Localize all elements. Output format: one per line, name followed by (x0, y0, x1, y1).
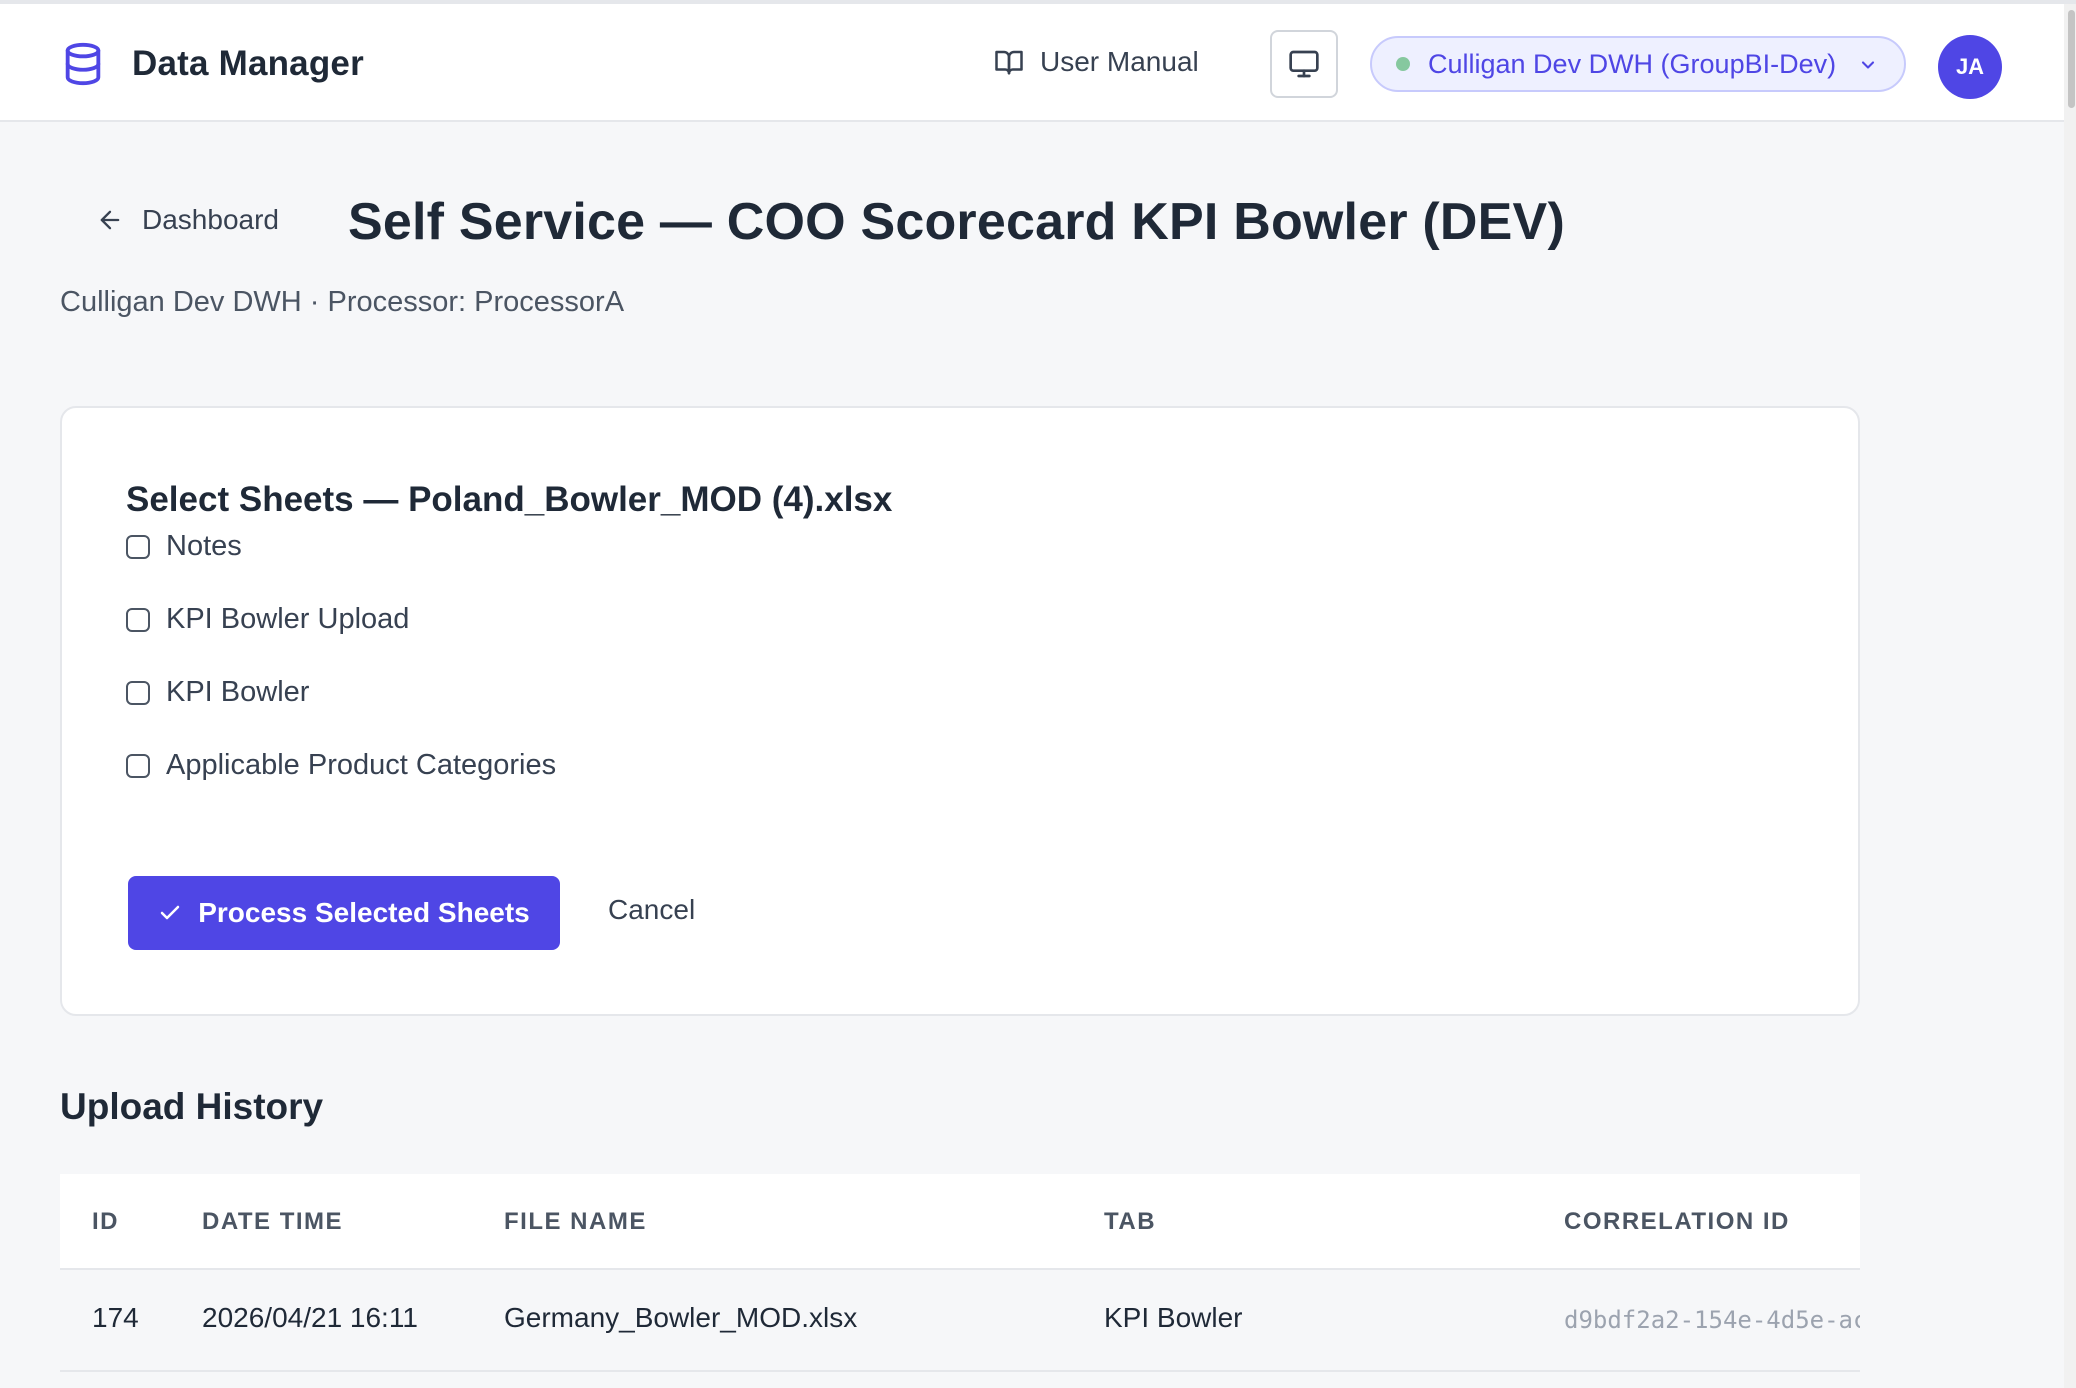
user-manual-link[interactable]: User Manual (994, 46, 1199, 78)
table-header-row: ID DATE TIME FILE NAME TAB CORRELATION I… (60, 1174, 1860, 1270)
cancel-button[interactable]: Cancel (608, 894, 695, 926)
back-label: Dashboard (142, 204, 279, 235)
arrow-left-icon (100, 210, 120, 230)
user-avatar[interactable]: JA (1938, 35, 2002, 99)
display-mode-button[interactable] (1270, 30, 1338, 98)
page-scrollbar[interactable] (2064, 4, 2076, 1388)
environment-label: Culligan Dev DWH (GroupBI-Dev) (1428, 48, 1837, 79)
check-icon (160, 905, 180, 920)
sheet-option-kpi-bowler-upload[interactable]: KPI Bowler Upload (126, 603, 409, 636)
database-icon (65, 42, 101, 86)
cell-date-time: 2026/04/21 16:11 (202, 1302, 418, 1333)
environment-selector[interactable]: Culligan Dev DWH (GroupBI-Dev) (1370, 36, 1906, 92)
upload-history-title: Upload History (60, 1086, 324, 1127)
app-title: Data Manager (132, 44, 364, 83)
sheet-label: Applicable Product Categories (166, 749, 557, 781)
select-sheets-title: Select Sheets — Poland_Bowler_MOD (4).xl… (126, 480, 893, 519)
page-title: Self Service — COO Scorecard KPI Bowler … (348, 193, 1565, 251)
sheet-label: KPI Bowler Upload (166, 603, 410, 635)
page-scrollbar-thumb[interactable] (2068, 10, 2075, 108)
select-sheets-card: Select Sheets — Poland_Bowler_MOD (4).xl… (60, 406, 1860, 1016)
sheet-label: Notes (166, 530, 242, 562)
sheet-checkbox[interactable] (126, 680, 150, 705)
sheet-checkbox[interactable] (126, 607, 150, 632)
column-header-id[interactable]: ID (92, 1208, 119, 1236)
sheet-option-notes[interactable]: Notes (126, 530, 242, 563)
environment-status-dot (1396, 57, 1410, 71)
column-header-date-time[interactable]: DATE TIME (202, 1208, 343, 1236)
back-to-dashboard-link[interactable]: Dashboard (96, 204, 279, 236)
sheet-option-applicable-product-categories[interactable]: Applicable Product Categories (126, 749, 556, 782)
chevron-down-icon (1861, 61, 1875, 69)
cell-tab: KPI Bowler (1104, 1302, 1243, 1333)
process-selected-sheets-button[interactable]: Process Selected Sheets (128, 876, 560, 950)
sheet-option-kpi-bowler[interactable]: KPI Bowler (126, 676, 309, 709)
table-row[interactable]: 174 2026/04/21 16:11 Germany_Bowler_MOD.… (60, 1270, 1860, 1372)
page-subtitle: Culligan Dev DWH · Processor: ProcessorA (60, 286, 625, 318)
sheet-label: KPI Bowler (166, 676, 310, 708)
monitor-icon (1289, 50, 1319, 78)
upload-history-table: ID DATE TIME FILE NAME TAB CORRELATION I… (60, 1174, 1860, 1388)
book-open-icon (995, 50, 1023, 75)
column-header-tab[interactable]: TAB (1104, 1208, 1156, 1236)
app-header: Data Manager User Manual Culligan Dev DW… (0, 4, 2064, 122)
cell-id: 174 (92, 1302, 139, 1333)
brand[interactable]: Data Manager (60, 38, 364, 90)
column-header-correlation-id[interactable]: CORRELATION ID (1564, 1208, 1790, 1236)
cell-correlation-id: d9bdf2a2-154e-4d5e-ac (1564, 1306, 1860, 1334)
cell-file-name: Germany_Bowler_MOD.xlsx (504, 1302, 858, 1333)
user-manual-label: User Manual (1040, 46, 1199, 77)
column-header-file-name[interactable]: FILE NAME (504, 1208, 647, 1236)
process-button-label: Process Selected Sheets (198, 897, 530, 928)
sheet-checkbox[interactable] (126, 753, 150, 778)
sheet-checkbox[interactable] (126, 534, 150, 559)
